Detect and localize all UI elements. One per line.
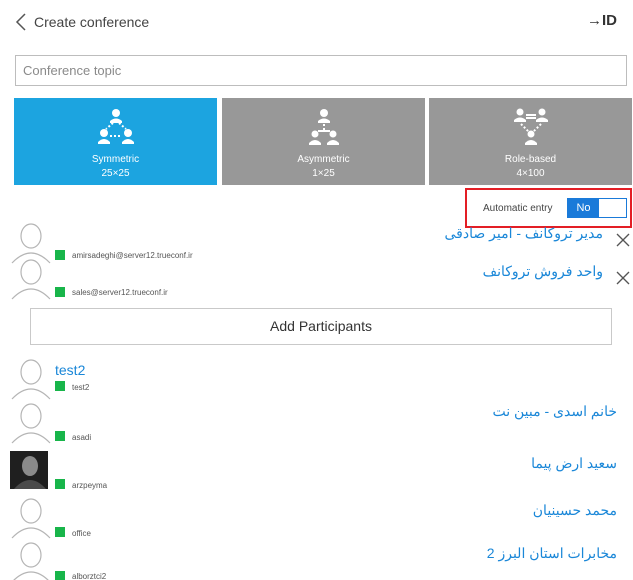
online-status-icon <box>55 381 65 391</box>
contact-name: محمد حسینیان <box>532 502 617 518</box>
symmetric-type-card[interactable]: Symmetric 25×25 <box>14 98 217 185</box>
user-avatar-icon <box>11 403 51 444</box>
online-status-icon <box>55 250 65 260</box>
type-label: Asymmetric <box>297 154 350 165</box>
participant-name: واحد فروش تروکانف <box>482 263 603 279</box>
symmetric-users-icon <box>97 109 134 144</box>
contact-login: arzpeyma <box>72 481 108 490</box>
header: Create conference →ID <box>0 0 633 44</box>
online-status-icon <box>55 479 65 489</box>
contact-name: خانم اسدی - مبین نت <box>492 403 617 419</box>
type-label: Symmetric <box>91 154 140 165</box>
contact-login: test2 <box>72 383 90 392</box>
contact-name: سعید ارض پیما <box>531 455 617 471</box>
automatic-entry-value: No <box>568 199 599 217</box>
user-avatar-icon <box>11 259 51 300</box>
user-avatar-icon <box>13 542 49 580</box>
contact-login: office <box>72 529 91 538</box>
id-login-button[interactable]: →ID <box>587 12 617 29</box>
role-based-type-card[interactable]: Role-based 4×100 <box>429 98 632 185</box>
user-avatar-icon <box>11 498 51 539</box>
type-label: Role-based <box>504 154 557 165</box>
contact-login: asadi <box>72 433 92 442</box>
participant-name: مدیر تروکانف - امیر صادقی <box>444 225 603 241</box>
online-status-icon <box>55 431 65 441</box>
asymmetric-users-icon <box>308 109 339 145</box>
participant-login: amirsadeghi@server12.trueconf.ir <box>72 251 193 260</box>
asymmetric-type-card[interactable]: Asymmetric 1×25 <box>222 98 425 185</box>
contact-login: alborztci2 <box>72 572 107 580</box>
contact-name: test2 <box>55 362 86 378</box>
contact-name: مخابرات استان البرز 2 <box>486 545 617 561</box>
chevron-left-icon[interactable] <box>14 12 28 32</box>
type-count: 4×100 <box>516 168 545 179</box>
participant-login: sales@server12.trueconf.ir <box>72 288 168 297</box>
automatic-entry-setting: Automatic entry No <box>465 188 632 228</box>
user-avatar-icon <box>11 359 51 400</box>
type-count: 25×25 <box>101 168 130 179</box>
automatic-entry-label: Automatic entry <box>483 203 553 214</box>
close-icon[interactable] <box>616 233 630 247</box>
online-status-icon <box>55 287 65 297</box>
type-count: 1×25 <box>312 168 335 179</box>
role-based-users-icon <box>513 108 548 145</box>
person-photo-icon <box>10 451 48 489</box>
close-icon[interactable] <box>616 271 630 285</box>
automatic-entry-toggle[interactable]: No <box>567 198 627 218</box>
conference-topic-input[interactable] <box>15 55 627 86</box>
contact-photo <box>10 451 48 489</box>
page-title: Create conference <box>34 14 150 30</box>
online-status-icon <box>55 571 65 580</box>
add-participants-button[interactable]: Add Participants <box>30 308 612 345</box>
online-status-icon <box>55 527 65 537</box>
